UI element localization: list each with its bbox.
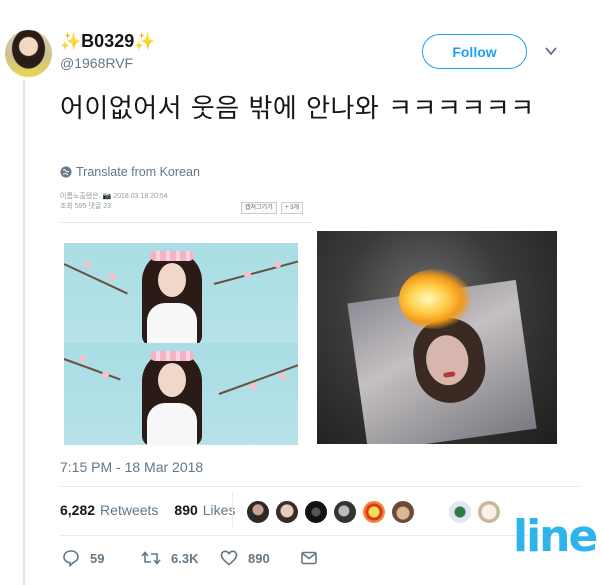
liker-avatar[interactable]: [448, 500, 472, 524]
divider: [60, 486, 580, 487]
retweets-label[interactable]: Retweets: [100, 502, 158, 518]
follow-button[interactable]: Follow: [422, 34, 527, 69]
snippet-button: 캡쳐그기기: [241, 202, 277, 214]
liker-avatar[interactable]: [275, 500, 299, 524]
liker-avatar[interactable]: [391, 500, 415, 524]
display-name-text: B0329: [81, 31, 135, 51]
post-meta: 이름노출됐은. 📷 2018.03.18 20:54 조회 595 댓글 23: [60, 192, 168, 212]
user-handle[interactable]: @1968RVF: [60, 55, 133, 71]
snippet-button: + 3개: [281, 202, 304, 214]
liker-avatar[interactable]: [362, 500, 386, 524]
tweet-text: 어이없어서 웃음 밖에 안나와 ㅋㅋㅋㅋㅋㅋ: [60, 94, 535, 124]
retweets-count[interactable]: 6,282: [60, 502, 95, 518]
reply-action[interactable]: 59: [62, 549, 104, 567]
chevron-down-icon[interactable]: [544, 44, 558, 58]
reply-count: 59: [90, 550, 105, 566]
translate-label: Translate from Korean: [76, 165, 200, 179]
tweet-image-2[interactable]: [317, 231, 557, 444]
post-meta-line: 조회 595 댓글 23: [60, 203, 112, 210]
post-header-snippet: 이름노출됐은. 📷 2018.03.18 20:54 조회 595 댓글 23 …: [60, 188, 313, 223]
flame: [399, 269, 471, 329]
reply-icon: [63, 550, 79, 567]
likes-label[interactable]: Likes: [203, 502, 236, 518]
likes-count[interactable]: 890: [174, 502, 197, 518]
liker-avatar[interactable]: [333, 500, 357, 524]
retweet-action[interactable]: 6.3K: [141, 549, 198, 567]
tweet-image-1[interactable]: 이름노출됐은. 📷 2018.03.18 20:54 조회 595 댓글 23 …: [60, 188, 313, 445]
thread-line: [23, 80, 25, 585]
photo-panel: [64, 343, 298, 445]
photo-panel: [64, 243, 298, 346]
like-action[interactable]: 890: [220, 549, 270, 567]
message-action[interactable]: [300, 549, 328, 567]
retweet-count: 6.3K: [171, 550, 199, 566]
divider: [60, 535, 580, 536]
display-name[interactable]: ✨B0329✨: [60, 29, 155, 54]
retweet-icon: [141, 551, 161, 565]
divider: [232, 492, 233, 528]
avatar[interactable]: [5, 30, 52, 77]
post-meta-line: 이름노출됐은. 📷 2018.03.18 20:54: [60, 193, 168, 200]
translate-link[interactable]: Translate from Korean: [60, 165, 200, 179]
liker-avatar[interactable]: [246, 500, 270, 524]
envelope-icon: [301, 551, 317, 565]
engagement-stats: 6,282 Retweets 890 Likes: [60, 502, 235, 518]
liker-avatar[interactable]: [477, 500, 501, 524]
sparkle-emoji: ✨: [60, 32, 82, 51]
line-watermark: line: [513, 511, 598, 562]
like-count: 890: [248, 550, 270, 566]
timestamp[interactable]: 7:15 PM - 18 Mar 2018: [60, 459, 203, 475]
heart-icon: [220, 550, 238, 566]
sparkle-emoji: ✨: [134, 32, 156, 51]
liker-avatar[interactable]: [304, 500, 328, 524]
globe-icon: [60, 166, 72, 178]
